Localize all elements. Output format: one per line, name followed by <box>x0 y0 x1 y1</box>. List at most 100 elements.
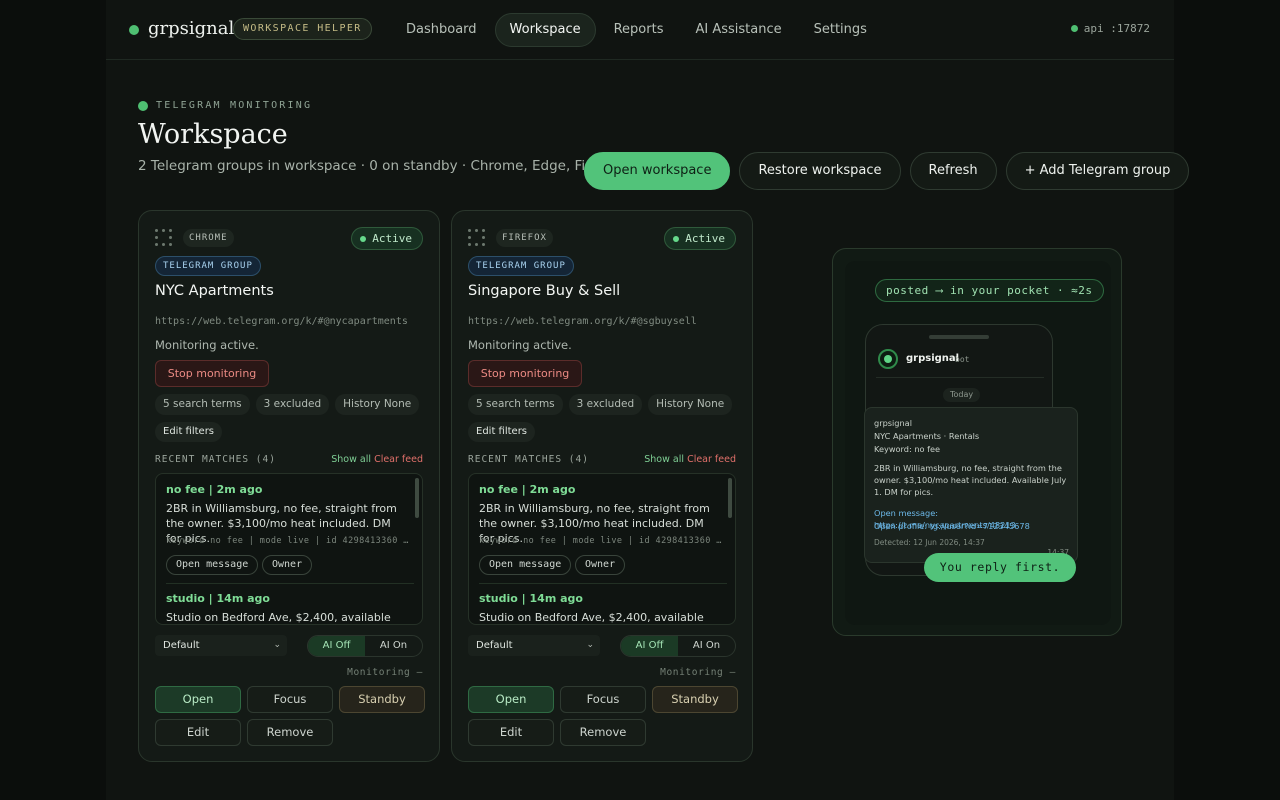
api-status-text: api :17872 <box>1083 22 1150 35</box>
history-tag[interactable]: History None <box>648 394 733 415</box>
ai-on-option[interactable]: AI On <box>678 636 735 656</box>
brand-name[interactable]: grpsignal <box>148 18 234 39</box>
stop-monitoring-button[interactable]: Stop monitoring <box>155 360 269 387</box>
top-bar: grpsignal WORKSPACE HELPER Dashboard Wor… <box>106 0 1174 60</box>
phone-notch <box>929 335 989 339</box>
search-terms-tag[interactable]: 5 search terms <box>155 394 250 415</box>
status-dot <box>360 235 367 242</box>
status-badge: Active <box>351 227 423 250</box>
remove-button[interactable]: Remove <box>247 719 333 746</box>
open-workspace-button[interactable]: Open workspace <box>584 152 731 190</box>
edit-filters-button[interactable]: Edit filters <box>155 422 223 442</box>
focus-button[interactable]: Focus <box>247 686 333 713</box>
status-text: Active <box>372 232 412 245</box>
match-head: no fee | 2m ago <box>479 483 576 496</box>
feed-scrollbar[interactable] <box>415 478 419 518</box>
edit-button[interactable]: Edit <box>468 719 554 746</box>
restore-workspace-button[interactable]: Restore workspace <box>739 152 901 190</box>
eyebrow-dot <box>138 100 148 111</box>
clear-feed-link[interactable]: Clear feed <box>687 454 736 465</box>
standby-button[interactable]: Standby <box>652 686 738 713</box>
status-text: Active <box>685 232 725 245</box>
group-card-nyc-apartments: CHROME Active TELEGRAM GROUP NYC Apartme… <box>138 210 440 762</box>
recent-matches-label: RECENT MATCHES (4) <box>155 454 276 465</box>
reply-badge: You reply first. <box>924 553 1076 582</box>
open-button[interactable]: Open <box>155 686 241 713</box>
recent-matches-label: RECENT MATCHES (4) <box>468 454 589 465</box>
remove-button[interactable]: Remove <box>560 719 646 746</box>
nav-ai-assistance[interactable]: AI Assistance <box>681 13 795 47</box>
profile-select[interactable]: Default ⌄ <box>468 635 600 656</box>
filter-tags: 5 search terms 3 excluded History None <box>155 394 420 415</box>
stop-monitoring-button[interactable]: Stop monitoring <box>468 360 582 387</box>
monitoring-label: Monitoring — <box>347 667 423 678</box>
drag-handle-icon[interactable] <box>468 229 486 247</box>
monitor-status: Monitoring active. <box>155 338 259 352</box>
edit-filters-button[interactable]: Edit filters <box>468 422 536 442</box>
ai-on-option[interactable]: AI On <box>365 636 422 656</box>
ai-off-option[interactable]: AI Off <box>621 636 678 656</box>
open-button[interactable]: Open <box>468 686 554 713</box>
status-badge: Active <box>664 227 736 250</box>
add-telegram-group-button[interactable]: + Add Telegram group <box>1005 152 1190 190</box>
standby-button[interactable]: Standby <box>339 686 425 713</box>
group-card-singapore-buy-sell: FIREFOX Active TELEGRAM GROUP Singapore … <box>451 210 753 762</box>
nav-dashboard[interactable]: Dashboard <box>392 13 491 47</box>
monitor-status: Monitoring active. <box>468 338 572 352</box>
nav-reports[interactable]: Reports <box>600 13 678 47</box>
header-actions: Open workspace Restore workspace Refresh… <box>584 152 1190 190</box>
app-shell: grpsignal WORKSPACE HELPER Dashboard Wor… <box>106 0 1190 800</box>
nav-settings[interactable]: Settings <box>800 13 881 47</box>
page-title: Workspace <box>138 119 288 150</box>
nav-workspace[interactable]: Workspace <box>494 13 596 47</box>
refresh-button[interactable]: Refresh <box>909 152 997 190</box>
msg-body: 2BR in Williamsburg, no fee, straight fr… <box>874 463 1067 497</box>
open-message-button[interactable]: Open message <box>166 555 259 575</box>
phone-divider <box>876 377 1044 378</box>
clear-feed-link[interactable]: Clear feed <box>374 454 423 465</box>
api-status: api :17872 <box>1070 22 1150 35</box>
chevron-down-icon: ⌄ <box>273 640 281 650</box>
feed-scrollbar[interactable] <box>728 478 732 518</box>
group-type-badge: TELEGRAM GROUP <box>155 256 261 276</box>
matches-feed[interactable]: no fee | 2m ago 2BR in Williamsburg, no … <box>468 473 736 625</box>
ai-off-option[interactable]: AI Off <box>308 636 365 656</box>
bot-name: grpsignal <box>906 353 960 364</box>
posted-badge: posted ⟶ in your pocket · ≈2s <box>875 279 1104 302</box>
msg-detected: Detected: 12 Jun 2026, 14:37 <box>874 538 985 547</box>
section-eyebrow: TELEGRAM MONITORING <box>138 100 312 111</box>
match-head: studio | 14m ago <box>479 592 583 605</box>
drag-handle-icon[interactable] <box>155 229 173 247</box>
match-body: Studio on Bedford Ave, $2,400, available… <box>479 611 704 624</box>
match-body: Studio on Bedford Ave, $2,400, available… <box>166 611 391 624</box>
owner-button[interactable]: Owner <box>262 555 313 575</box>
message-bubble: grpsignal NYC Apartments · Rentals Keywo… <box>864 407 1078 563</box>
edit-button[interactable]: Edit <box>155 719 241 746</box>
msg-keyword: Keyword: no fee <box>874 444 941 454</box>
profile-select[interactable]: Default ⌄ <box>155 635 287 656</box>
match-meta: keyword no fee | mode live | id 42984133… <box>479 536 724 546</box>
browser-chip: FIREFOX <box>496 229 553 247</box>
status-dot <box>673 235 680 242</box>
chevron-down-icon: ⌄ <box>586 640 594 650</box>
ai-toggle: AI Off AI On <box>307 635 423 657</box>
matches-feed[interactable]: no fee | 2m ago 2BR in Williamsburg, no … <box>155 473 423 625</box>
excluded-tag[interactable]: 3 excluded <box>568 394 643 415</box>
open-message-button[interactable]: Open message <box>479 555 572 575</box>
excluded-tag[interactable]: 3 excluded <box>255 394 330 415</box>
api-status-dot <box>1070 25 1078 32</box>
msg-open-profile-link[interactable]: Open profile: tg://user?id=712345678 <box>874 520 1074 532</box>
filter-tags: 5 search terms 3 excluded History None <box>468 394 733 415</box>
profile-select-value: Default <box>476 640 513 651</box>
history-tag[interactable]: History None <box>335 394 420 415</box>
profile-select-value: Default <box>163 640 200 651</box>
focus-button[interactable]: Focus <box>560 686 646 713</box>
show-all-link[interactable]: Show all <box>644 454 684 465</box>
search-terms-tag[interactable]: 5 search terms <box>468 394 563 415</box>
card-url: https://web.telegram.org/k/#@sgbuysell <box>468 316 697 327</box>
msg-group: NYC Apartments · Rentals <box>874 431 980 441</box>
owner-button[interactable]: Owner <box>575 555 626 575</box>
match-head: no fee | 2m ago <box>166 483 263 496</box>
show-all-link[interactable]: Show all <box>331 454 371 465</box>
page-subtitle: 2 Telegram groups in workspace · 0 on st… <box>138 158 624 174</box>
